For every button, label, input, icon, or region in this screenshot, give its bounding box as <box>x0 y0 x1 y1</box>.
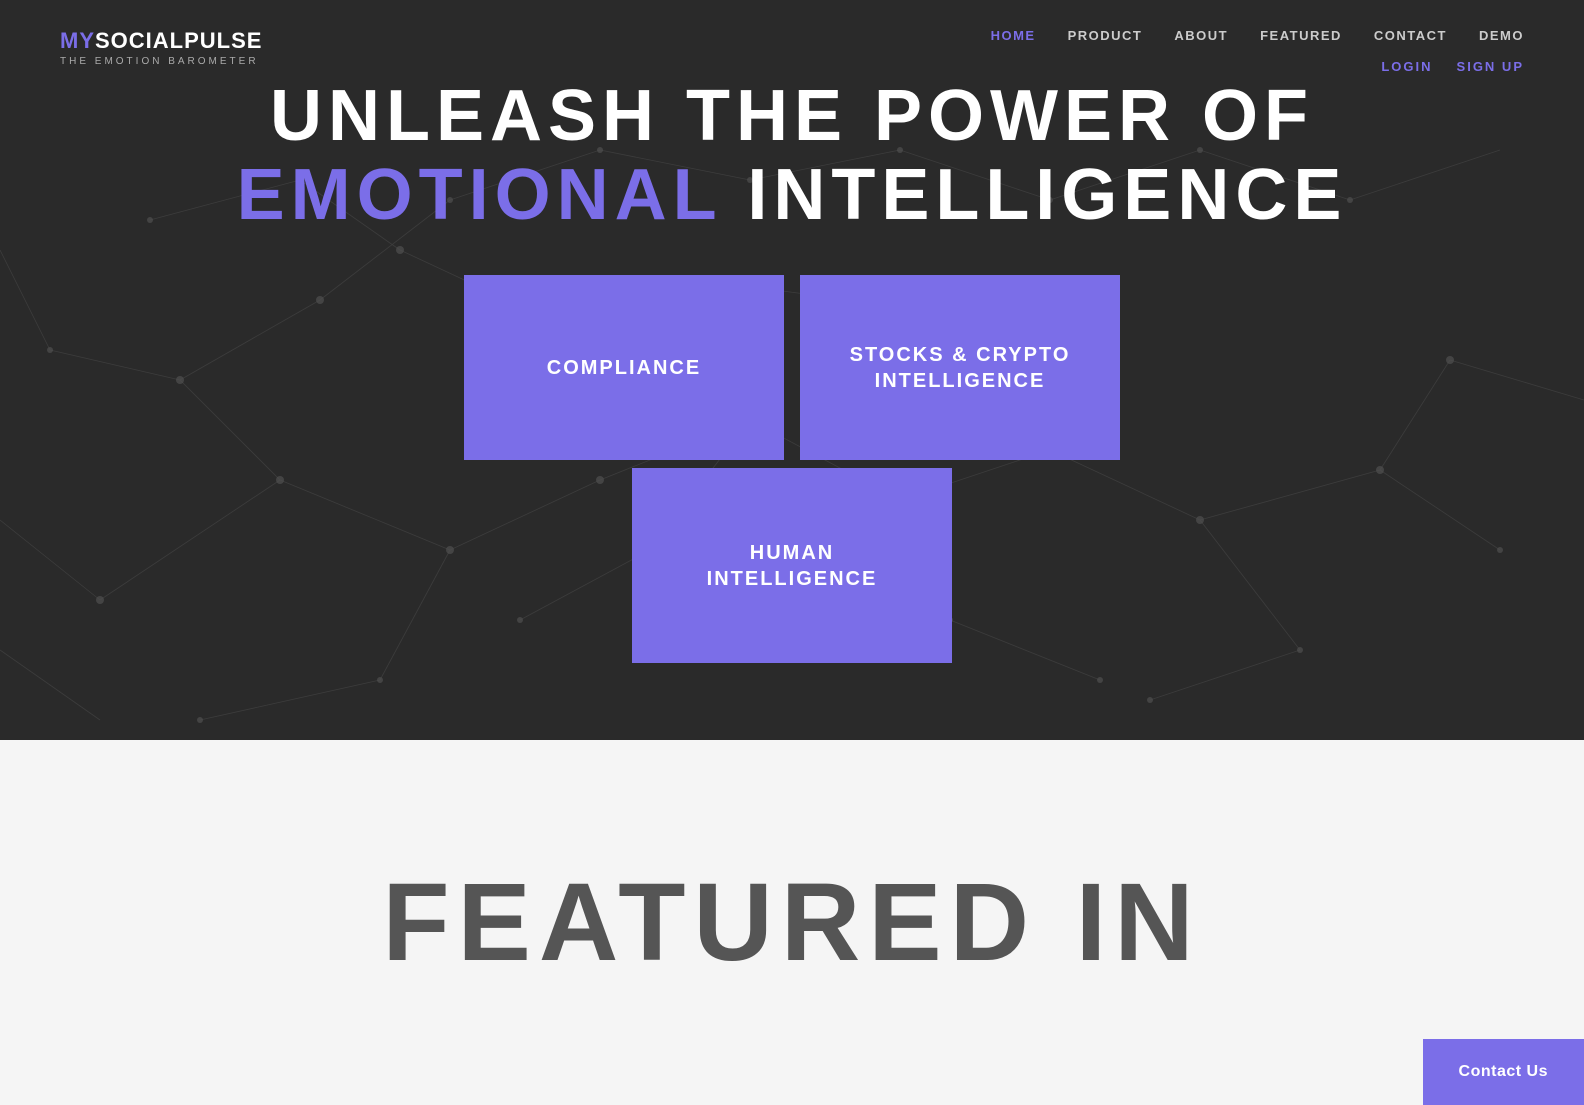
cards-container: COMPLIANCE STOCKS & CRYPTOINTELLIGENCE H… <box>464 275 1120 663</box>
hero-content: UNLEASH THE POWER OF EMOTIONAL INTELLIGE… <box>237 77 1348 663</box>
nav-right: HOME PRODUCT ABOUT FEATURED CONTACT DEMO… <box>991 28 1524 74</box>
nav-featured[interactable]: FEATURED <box>1260 28 1342 43</box>
logo-text: MYSOCIALPULSE <box>60 28 262 54</box>
nav-login[interactable]: LOGIN <box>1381 59 1432 74</box>
logo[interactable]: MYSOCIALPULSE THE EMOTION BAROMETER <box>60 28 262 67</box>
header: MYSOCIALPULSE THE EMOTION BAROMETER HOME… <box>0 0 1584 74</box>
card-human[interactable]: HUMANINTELLIGENCE <box>632 468 952 663</box>
nav-auth: LOGIN SIGN UP <box>1381 59 1524 74</box>
nav-about[interactable]: ABOUT <box>1174 28 1228 43</box>
hero-emotional: EMOTIONAL <box>237 155 722 235</box>
nav-contact[interactable]: CONTACT <box>1374 28 1447 43</box>
card-stocks-label: STOCKS & CRYPTOINTELLIGENCE <box>830 322 1091 414</box>
logo-tagline: THE EMOTION BAROMETER <box>60 56 259 67</box>
nav-product[interactable]: PRODUCT <box>1068 28 1143 43</box>
featured-in-section: FEATURED IN <box>0 740 1584 1105</box>
card-compliance-label: COMPLIANCE <box>527 335 721 401</box>
hero-title-line2: EMOTIONAL INTELLIGENCE <box>237 156 1348 235</box>
hero-intelligence: INTELLIGENCE <box>721 155 1347 235</box>
contact-us-button[interactable]: Contact Us <box>1423 1039 1584 1105</box>
logo-my: MY <box>60 28 95 53</box>
cards-row2: HUMANINTELLIGENCE <box>632 468 952 663</box>
featured-in-title: FEATURED IN <box>382 859 1201 986</box>
card-human-label: HUMANINTELLIGENCE <box>687 520 898 612</box>
card-compliance[interactable]: COMPLIANCE <box>464 275 784 460</box>
nav-signup[interactable]: SIGN UP <box>1457 59 1524 74</box>
logo-brand: SOCIALPULSE <box>95 28 262 53</box>
nav-home[interactable]: HOME <box>991 28 1036 43</box>
nav-demo[interactable]: DEMO <box>1479 28 1524 43</box>
main-nav: HOME PRODUCT ABOUT FEATURED CONTACT DEMO <box>991 28 1524 43</box>
cards-row1: COMPLIANCE STOCKS & CRYPTOINTELLIGENCE <box>464 275 1120 460</box>
hero-section: MYSOCIALPULSE THE EMOTION BAROMETER HOME… <box>0 0 1584 740</box>
hero-title-line1: UNLEASH THE POWER OF <box>270 77 1314 156</box>
card-stocks[interactable]: STOCKS & CRYPTOINTELLIGENCE <box>800 275 1120 460</box>
